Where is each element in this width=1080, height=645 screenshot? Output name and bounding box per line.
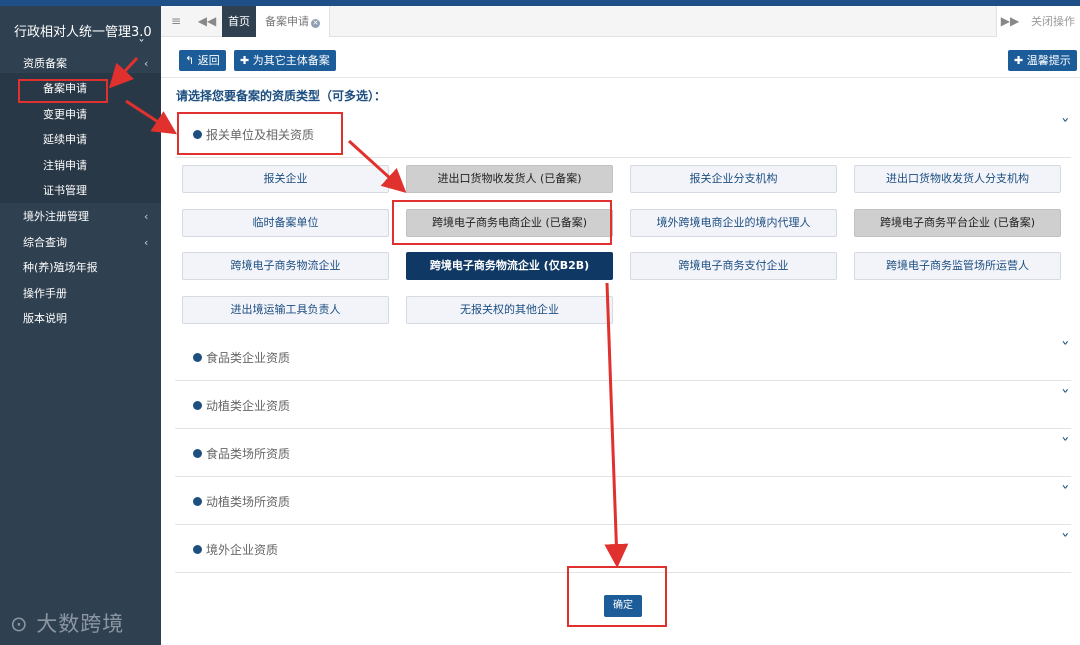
annotation-box	[177, 112, 343, 155]
tips-button[interactable]: ✚ 温馨提示	[1008, 50, 1077, 71]
annotation-box	[392, 200, 612, 245]
bullet-icon	[193, 449, 202, 458]
sidebar-item-label: 综合查询	[23, 236, 67, 249]
tab-bar: ≡ ◀◀ 首页 备案申请 ✕ ▶▶ 关闭操作	[161, 6, 1080, 37]
chevron-down-icon[interactable]: ˅	[1060, 341, 1069, 356]
back-button-label: 返回	[197, 54, 220, 67]
section-title: 食品类企业资质	[206, 351, 291, 365]
section-food-enterprise[interactable]: 食品类企业资质 ˅	[175, 333, 1071, 381]
close-operations-button[interactable]: 关闭操作	[1031, 6, 1075, 37]
section-plant-animal-site[interactable]: 动植类场所资质 ˅	[175, 477, 1071, 525]
qualification-option-selected[interactable]: 跨境电子商务物流企业 (仅B2B)	[406, 252, 613, 280]
bullet-icon	[193, 353, 202, 362]
sidebar-subitem-label: 证书管理	[43, 184, 87, 197]
next-tab-icon[interactable]: ▶▶	[997, 6, 1023, 37]
plus-icon: ✚	[240, 54, 250, 67]
prev-tab-icon[interactable]: ◀◀	[192, 6, 222, 37]
section-title: 境外企业资质	[206, 543, 279, 557]
watermark-text: 大数跨境	[36, 612, 125, 636]
tab-label: 备案申请	[265, 15, 309, 28]
qualification-option[interactable]: 跨境电子商务支付企业	[630, 252, 837, 280]
chevron-down-icon[interactable]: ˅	[1060, 437, 1069, 452]
bullet-icon	[193, 545, 202, 554]
section-plant-animal-enterprise[interactable]: 动植类企业资质 ˅	[175, 381, 1071, 429]
plus-icon: ✚	[1014, 54, 1024, 67]
back-button[interactable]: ↰ 返回	[179, 50, 226, 71]
sidebar-item-farm-report[interactable]: 种(养)殖场年报	[0, 255, 161, 280]
qualification-option[interactable]: 跨境电子商务物流企业	[182, 252, 389, 280]
chevron-down-icon[interactable]: ˅	[1060, 118, 1069, 133]
sidebar-item-manual[interactable]: 操作手册	[0, 281, 161, 306]
qualification-option[interactable]: 无报关权的其他企业	[406, 296, 613, 324]
selection-prompt: 请选择您要备案的资质类型（可多选）：	[176, 89, 387, 103]
qualification-option[interactable]: 进出境运输工具负责人	[182, 296, 389, 324]
tab-label: 首页	[228, 15, 250, 28]
qualification-option[interactable]: 跨境电子商务平台企业 (已备案)	[854, 209, 1061, 237]
bullet-icon	[193, 497, 202, 506]
qualification-option[interactable]: 跨境电子商务监管场所运营人	[854, 252, 1061, 280]
chevron-down-icon[interactable]: ˅	[1060, 485, 1069, 500]
sidebar-item-overseas-registration[interactable]: 境外注册管理 ‹	[0, 204, 161, 229]
tab-tools: ▶▶ 关闭操作	[996, 6, 1080, 37]
register-other-label: 为其它主体备案	[252, 54, 330, 67]
qualification-option[interactable]: 报关企业分支机构	[630, 165, 837, 193]
sidebar-subitem-certificate[interactable]: 证书管理	[0, 178, 161, 204]
sidebar-item-version[interactable]: 版本说明	[0, 306, 161, 331]
annotation-box	[567, 566, 667, 627]
watermark-logo-icon: ⊙	[10, 612, 29, 636]
sidebar-subitem-change-apply[interactable]: 变更申请	[0, 102, 161, 128]
sidebar-subitem-renew-apply[interactable]: 延续申请	[0, 127, 161, 153]
sidebar-subitem-cancel-apply[interactable]: 注销申请	[0, 153, 161, 179]
tips-label: 温馨提示	[1026, 54, 1071, 67]
chevron-left-icon: ‹	[144, 236, 149, 249]
watermark: ⊙ 大数跨境	[10, 608, 124, 638]
sidebar-subitem-label: 变更申请	[43, 108, 87, 121]
qualification-option[interactable]: 境外跨境电商企业的境内代理人	[630, 209, 837, 237]
app-title: 行政相对人统一管理3.0	[14, 25, 152, 40]
chevron-down-icon[interactable]: ˅	[1060, 533, 1069, 548]
section-title: 动植类企业资质	[206, 399, 291, 413]
sidebar-item-label: 操作手册	[23, 287, 67, 300]
chevron-down-icon[interactable]: ˅	[138, 39, 145, 50]
section-food-site[interactable]: 食品类场所资质 ˅	[175, 429, 1071, 477]
tab-home[interactable]: 首页	[222, 6, 256, 37]
back-arrow-icon: ↰	[185, 54, 195, 67]
section-title: 食品类场所资质	[206, 447, 291, 461]
chevron-left-icon: ‹	[144, 210, 149, 223]
sidebar-item-label: 种(养)殖场年报	[23, 261, 98, 274]
qualification-option[interactable]: 进出口货物收发货人 (已备案)	[406, 165, 613, 193]
section-title: 动植类场所资质	[206, 495, 291, 509]
close-icon[interactable]: ✕	[311, 19, 320, 28]
sidebar-subitem-label: 延续申请	[43, 133, 87, 146]
qualification-option[interactable]: 临时备案单位	[182, 209, 389, 237]
chevron-down-icon[interactable]: ˅	[1060, 389, 1069, 404]
sidebar-item-label: 版本说明	[23, 312, 67, 325]
bullet-icon	[193, 401, 202, 410]
sidebar-item-query[interactable]: 综合查询 ‹	[0, 230, 161, 255]
divider	[161, 77, 1080, 78]
sidebar-subitem-label: 注销申请	[43, 159, 87, 172]
annotation-box	[18, 79, 108, 103]
tab-filing-apply[interactable]: 备案申请 ✕	[256, 6, 330, 37]
sidebar-item-label: 境外注册管理	[23, 210, 89, 223]
menu-icon[interactable]: ≡	[161, 6, 191, 37]
qualification-option[interactable]: 进出口货物收发货人分支机构	[854, 165, 1061, 193]
qualification-option[interactable]: 报关企业	[182, 165, 389, 193]
register-other-button[interactable]: ✚ 为其它主体备案	[234, 50, 336, 71]
